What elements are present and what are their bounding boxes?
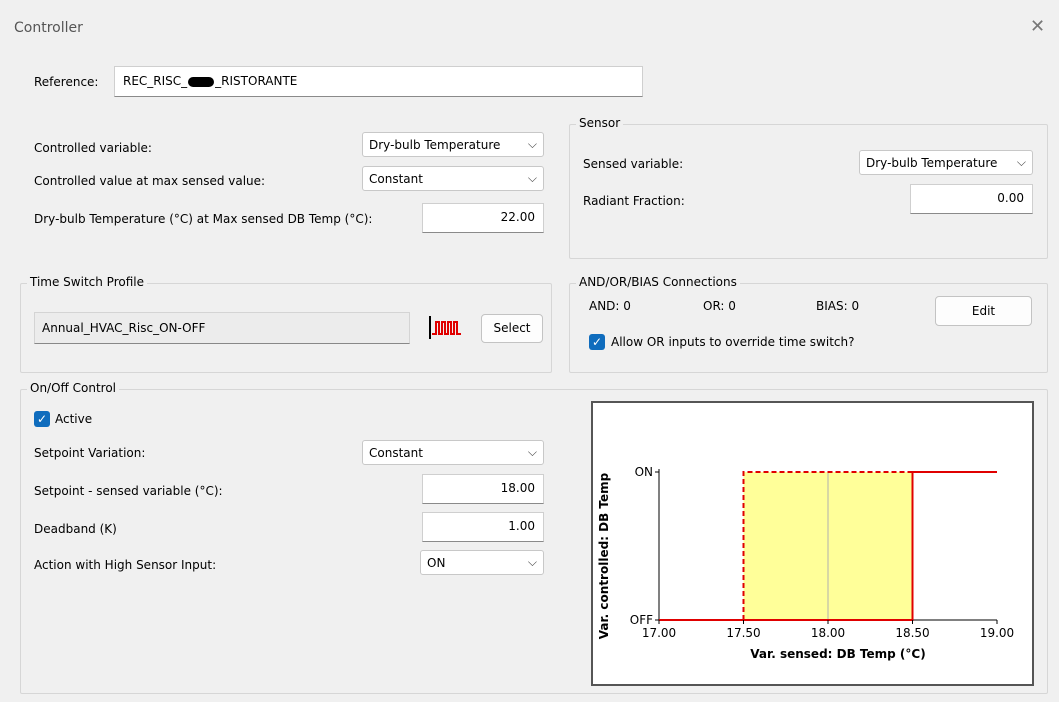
deadband-input[interactable]: 1.00 bbox=[422, 512, 544, 542]
active-checkbox[interactable]: ✓ bbox=[34, 411, 50, 427]
x-tick-label: 18.00 bbox=[811, 626, 845, 640]
onoff-chart: OFF ON 17.00 17.50 18.00 18.50 19.00 Var. sense… bbox=[591, 401, 1034, 686]
reference-value-prefix: REC_RISC_ bbox=[123, 74, 188, 88]
y-axis-title: Var. controlled: DB Temp bbox=[597, 472, 611, 639]
radiant-fraction-label: Radiant Fraction: bbox=[583, 194, 685, 208]
bias-count: BIAS: 0 bbox=[816, 299, 860, 313]
setpoint-label: Setpoint - sensed variable (°C): bbox=[34, 484, 223, 498]
controlled-variable-label: Controlled variable: bbox=[34, 141, 152, 155]
x-tick-label: 18.50 bbox=[895, 626, 929, 640]
onoff-chart-svg: OFF ON 17.00 17.50 18.00 18.50 19.00 Var. sense… bbox=[597, 465, 1014, 661]
profile-name-field: Annual_HVAC_Risc_ON-OFF bbox=[34, 312, 410, 344]
sensor-group-title: Sensor bbox=[576, 116, 624, 130]
db-temp-label: Dry-bulb Temperature (°C) at Max sensed … bbox=[34, 212, 373, 226]
action-label: Action with High Sensor Input: bbox=[34, 558, 217, 572]
chevron-down-icon: ⌵ bbox=[1014, 155, 1026, 170]
chevron-down-icon: ⌵ bbox=[527, 171, 537, 185]
onoff-title: On/Off Control bbox=[27, 381, 119, 395]
controlled-max-value: Constant bbox=[369, 172, 423, 186]
controlled-max-select[interactable]: Constant ⌵ bbox=[362, 166, 544, 191]
controlled-variable-select[interactable]: Dry-bulb Temperature ⌵ bbox=[362, 132, 544, 157]
connections-title: AND/OR/BIAS Connections bbox=[576, 275, 740, 289]
action-value: ON bbox=[427, 556, 446, 570]
sensed-variable-select[interactable]: Dry-bulb Temperature ⌵ bbox=[859, 150, 1033, 175]
setpoint-variation-select[interactable]: Constant ⌵ bbox=[362, 440, 544, 465]
db-temp-input[interactable]: 22.00 bbox=[422, 203, 544, 233]
setpoint-variation-value: Constant bbox=[369, 446, 423, 460]
y-tick-label: OFF bbox=[630, 613, 653, 627]
reference-value-suffix: _RISTORANTE bbox=[215, 74, 298, 88]
and-count: AND: 0 bbox=[589, 299, 631, 313]
deadband-label: Deadband (K) bbox=[34, 522, 117, 536]
chevron-down-icon: ⌵ bbox=[527, 555, 537, 569]
close-icon[interactable]: ✕ bbox=[1030, 16, 1045, 37]
x-tick-label: 17.00 bbox=[642, 626, 676, 640]
override-label: Allow OR inputs to override time switch? bbox=[611, 335, 855, 349]
edit-connections-button[interactable]: Edit bbox=[935, 296, 1032, 326]
radiant-fraction-input[interactable]: 0.00 bbox=[910, 184, 1033, 214]
profile-graph-button[interactable] bbox=[424, 312, 474, 343]
or-count: OR: 0 bbox=[703, 299, 736, 313]
x-tick-label: 17.50 bbox=[726, 626, 760, 640]
select-profile-button[interactable]: Select bbox=[481, 314, 543, 343]
x-tick-label: 19.00 bbox=[980, 626, 1014, 640]
redacted-blob bbox=[188, 76, 215, 87]
sensed-variable-value: Dry-bulb Temperature bbox=[866, 156, 998, 170]
sensed-variable-label: Sensed variable: bbox=[583, 157, 684, 171]
action-select[interactable]: ON ⌵ bbox=[420, 550, 544, 575]
setpoint-input[interactable]: 18.00 bbox=[422, 474, 544, 504]
reference-label: Reference: bbox=[34, 75, 99, 89]
profile-pulse-icon bbox=[429, 316, 461, 339]
chevron-down-icon: ⌵ bbox=[527, 137, 537, 151]
y-tick-label: ON bbox=[635, 465, 653, 479]
reference-input[interactable]: REC_RISC_ _RISTORANTE bbox=[114, 66, 643, 97]
active-label: Active bbox=[55, 412, 93, 426]
window-title: Controller bbox=[14, 20, 83, 36]
x-axis-title: Var. sensed: DB Temp (°C) bbox=[750, 647, 925, 661]
time-switch-title: Time Switch Profile bbox=[27, 275, 147, 289]
setpoint-variation-label: Setpoint Variation: bbox=[34, 446, 146, 460]
controlled-variable-value: Dry-bulb Temperature bbox=[369, 138, 501, 152]
controlled-max-label: Controlled value at max sensed value: bbox=[34, 174, 266, 188]
chevron-down-icon: ⌵ bbox=[527, 445, 537, 459]
override-checkbox[interactable]: ✓ bbox=[589, 334, 605, 350]
